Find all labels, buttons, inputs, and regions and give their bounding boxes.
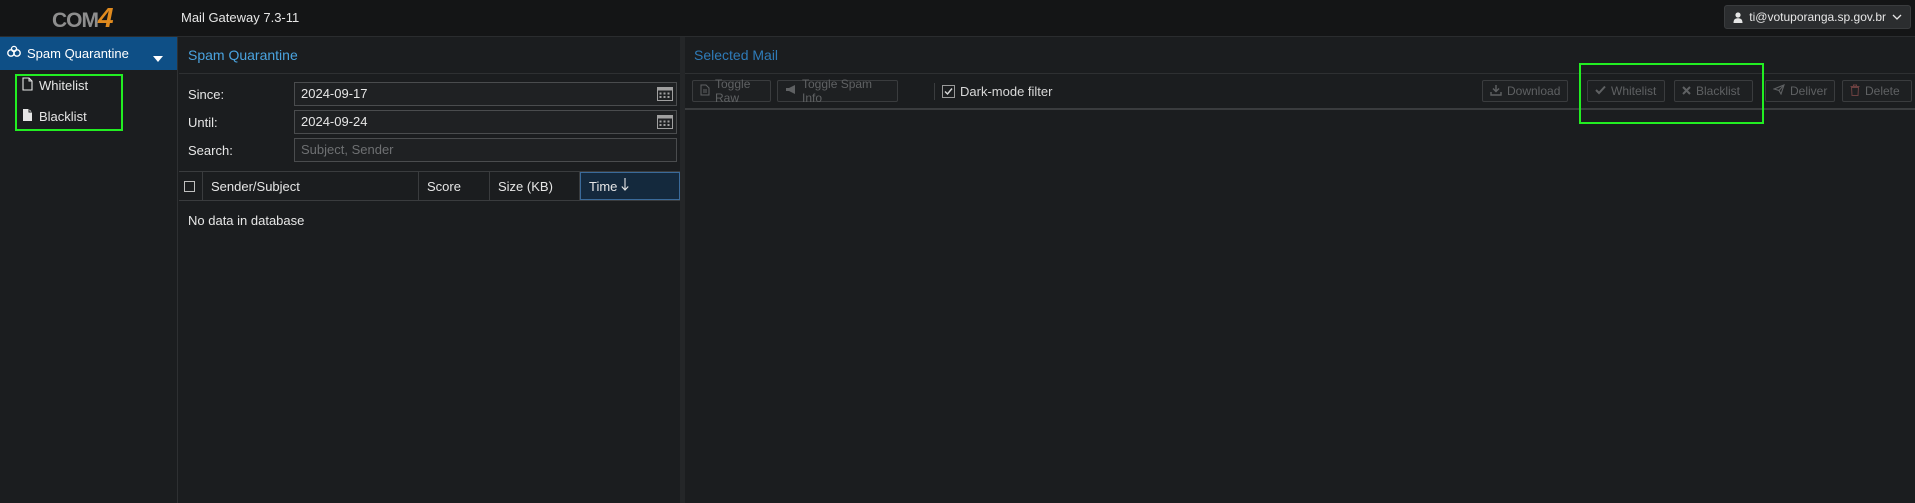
download-label: Download (1507, 84, 1561, 98)
toggle-spam-info-button[interactable]: Toggle Spam Info (777, 77, 898, 105)
user-icon (1733, 11, 1743, 23)
calendar-icon[interactable] (657, 86, 673, 108)
check-icon (1595, 84, 1606, 98)
download-icon (1490, 84, 1502, 99)
quarantine-panel: Spam Quarantine Since: 2024-09-17 Until:… (179, 37, 685, 503)
column-sender-subject[interactable]: Sender/Subject (203, 172, 419, 200)
blacklist-button[interactable]: Blacklist (1674, 80, 1753, 102)
deliver-label: Deliver (1790, 84, 1828, 98)
until-label: Until: (188, 115, 218, 130)
logo: COM4 (52, 2, 122, 33)
empty-message: No data in database (188, 213, 305, 228)
sidebar-item-label: Whitelist (39, 78, 89, 93)
column-size[interactable]: Size (KB) (490, 172, 580, 200)
since-value: 2024-09-17 (301, 86, 368, 101)
until-field[interactable]: 2024-09-24 (294, 110, 677, 134)
app-title: Mail Gateway 7.3-11 (181, 10, 300, 25)
chevron-down-icon (1892, 14, 1902, 21)
file-solid-icon (22, 108, 33, 125)
column-time[interactable]: Time (580, 172, 680, 200)
search-placeholder: Subject, Sender (301, 142, 394, 157)
bullhorn-icon (785, 84, 797, 98)
paper-plane-icon (1772, 84, 1785, 98)
dark-mode-filter-checkbox[interactable]: Dark-mode filter (942, 84, 1052, 99)
toolbar-separator (934, 83, 935, 100)
selected-mail-panel: Selected Mail Toggle Raw Toggle Spam Inf… (685, 37, 1915, 503)
top-bar: COM4 Mail Gateway 7.3-11 ti@votuporanga.… (0, 0, 1915, 37)
column-score[interactable]: Score (419, 172, 490, 200)
checkbox[interactable] (184, 180, 195, 192)
sidebar: Spam Quarantine Whitelist Blacklist (0, 37, 178, 503)
checkbox[interactable] (942, 85, 955, 98)
until-value: 2024-09-24 (301, 114, 368, 129)
times-icon (1682, 84, 1691, 98)
toggle-raw-button[interactable]: Toggle Raw (692, 77, 771, 105)
sidebar-item-blacklist[interactable]: Blacklist (0, 101, 177, 132)
logo-text: COM (52, 9, 99, 32)
user-email: ti@votuporanga.sp.gov.br (1749, 10, 1886, 24)
blacklist-label: Blacklist (1696, 84, 1741, 98)
file-outline-icon (22, 77, 33, 94)
sidebar-item-spam-quarantine[interactable]: Spam Quarantine (0, 37, 177, 70)
toggle-raw-label: Toggle Raw (715, 77, 751, 105)
sidebar-item-label: Blacklist (39, 109, 87, 124)
toggle-spam-info-label: Toggle Spam Info (802, 77, 873, 105)
panel-title: Selected Mail (694, 47, 779, 63)
column-time-label: Time (589, 178, 618, 194)
trash-icon (1850, 84, 1860, 99)
delete-button[interactable]: Delete (1842, 80, 1912, 102)
sort-down-icon (621, 178, 630, 194)
since-field[interactable]: 2024-09-17 (294, 82, 677, 106)
whitelist-label: Whitelist (1611, 84, 1657, 98)
bugs-icon (6, 45, 22, 62)
panel-title: Spam Quarantine (179, 37, 680, 74)
sidebar-item-whitelist[interactable]: Whitelist (0, 70, 177, 101)
search-input[interactable]: Subject, Sender (294, 138, 677, 162)
select-all-checkbox[interactable] (179, 172, 203, 200)
search-label: Search: (188, 143, 233, 158)
whitelist-button[interactable]: Whitelist (1587, 80, 1665, 102)
download-button[interactable]: Download (1482, 80, 1568, 102)
user-menu-button[interactable]: ti@votuporanga.sp.gov.br (1724, 5, 1911, 29)
grid-header: Sender/Subject Score Size (KB) Time (179, 171, 680, 201)
calendar-icon[interactable] (657, 114, 673, 136)
delete-label: Delete (1865, 84, 1900, 98)
dark-mode-filter-label: Dark-mode filter (960, 84, 1053, 99)
sidebar-header-label: Spam Quarantine (27, 46, 129, 61)
file-text-icon (700, 84, 710, 99)
caret-down-icon (153, 50, 163, 65)
since-label: Since: (188, 87, 225, 102)
logo-number: 4 (98, 2, 114, 33)
deliver-button[interactable]: Deliver (1765, 80, 1835, 102)
mail-toolbar: Toggle Raw Toggle Spam Info Dark-mode fi… (685, 73, 1915, 110)
